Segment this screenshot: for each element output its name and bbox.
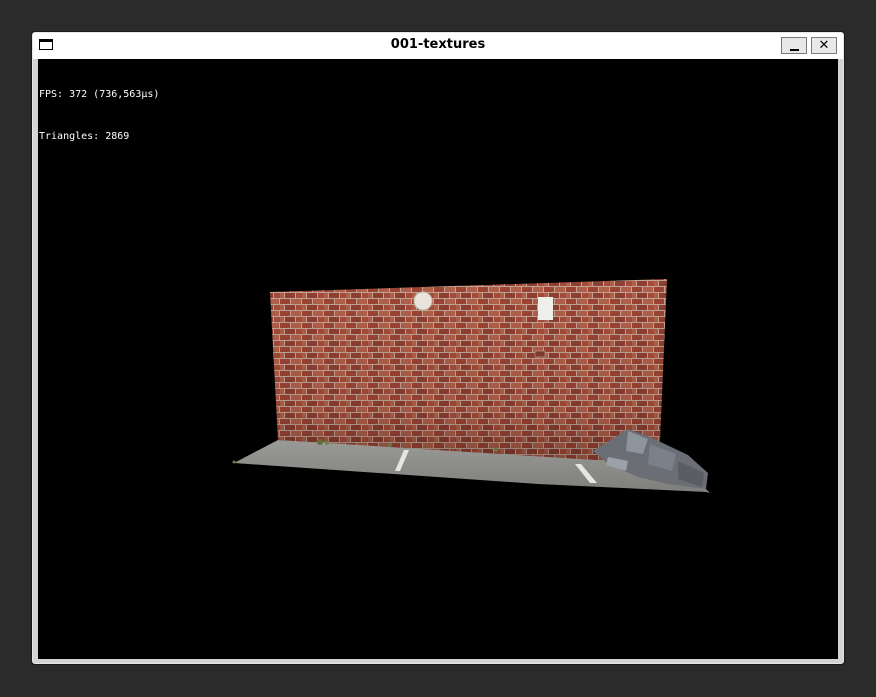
wall-lamp — [413, 291, 433, 311]
title-bar[interactable]: 001-textures ✕ — [33, 33, 843, 59]
window-title: 001-textures — [390, 37, 486, 52]
stats-overlay: FPS: 372 (736,563µs) Triangles: 2869 — [39, 60, 159, 172]
close-button[interactable]: ✕ — [811, 37, 837, 54]
close-icon: ✕ — [818, 38, 830, 53]
fps-readout: FPS: 372 (736,563µs) — [39, 89, 160, 100]
minimize-button[interactable] — [781, 37, 807, 54]
minimize-icon — [789, 48, 799, 51]
render-viewport[interactable]: FPS: 372 (736,563µs) Triangles: 2869 — [38, 59, 838, 659]
triangle-count: Triangles: 2869 — [39, 131, 130, 142]
wall-sign — [538, 297, 553, 320]
app-window: 001-textures ✕ FPS: 372 (736,563µs) Tria… — [32, 32, 844, 664]
